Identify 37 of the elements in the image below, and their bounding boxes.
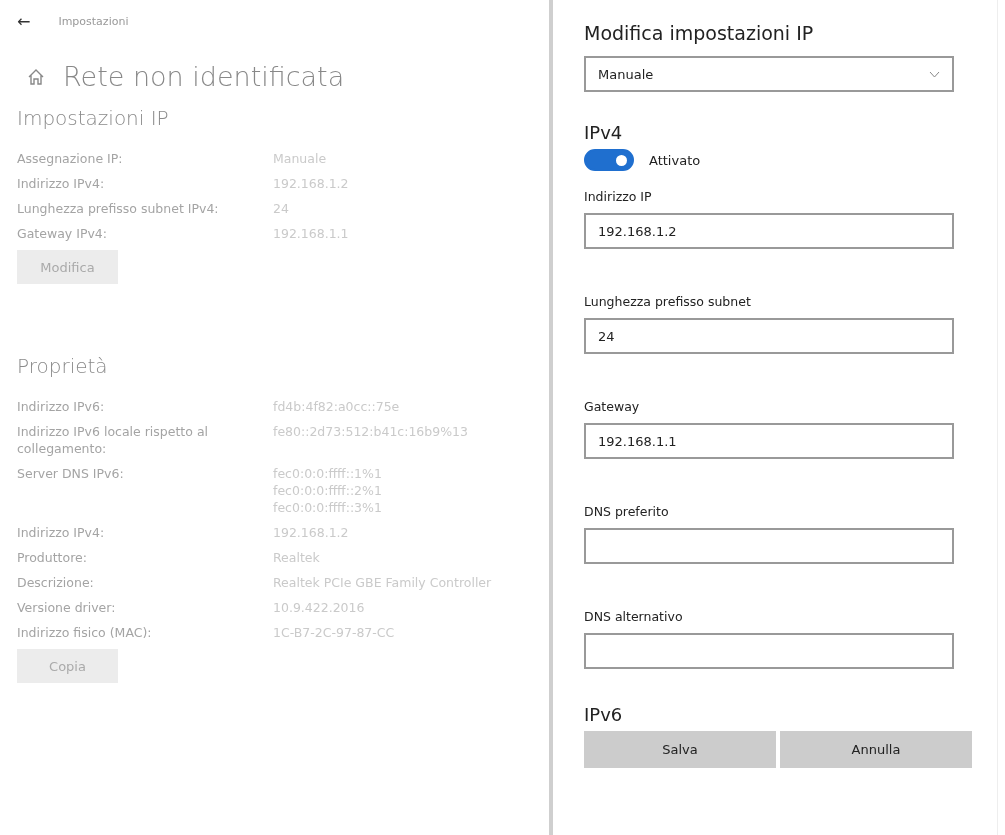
property-label: Assegnazione IP: — [17, 150, 124, 167]
section-heading: Proprietà — [17, 354, 109, 378]
field-label: Indirizzo IP — [584, 189, 653, 204]
app-title: Impostazioni — [58, 15, 129, 28]
mode-dropdown[interactable]: Manuale — [584, 56, 954, 92]
property-label: Produttore: — [17, 549, 88, 566]
input-field[interactable] — [584, 633, 954, 669]
field-label: Lunghezza prefisso subnet — [584, 294, 752, 309]
property-label: Versione driver: — [17, 599, 117, 616]
page-title: Rete non identificata — [63, 61, 345, 92]
property-label: Indirizzo fisico (MAC): — [17, 624, 153, 641]
field-label: DNS alternativo — [584, 609, 684, 624]
property-label: Indirizzo IPv4: — [17, 175, 106, 192]
input-field[interactable]: 24 — [584, 318, 954, 354]
home-icon[interactable] — [27, 67, 45, 86]
section-heading: IPv6 — [584, 704, 624, 725]
save-button[interactable]: Salva — [584, 731, 776, 768]
section-heading: Impostazioni IP — [17, 106, 170, 130]
section-heading: IPv4 — [584, 122, 624, 143]
input-field[interactable]: 192.168.1.1 — [584, 423, 954, 459]
property-label: Lunghezza prefisso subnet IPv4: — [17, 200, 220, 217]
toggle-switch[interactable] — [584, 149, 634, 171]
property-label: Indirizzo IPv6 locale rispetto al collegamento: — [17, 423, 209, 457]
property-label: Indirizzo IPv6: — [17, 398, 106, 415]
dialog-title: Modifica impostazioni IP — [584, 22, 815, 44]
chevron-down-icon — [929, 70, 940, 78]
back-button[interactable]: ← — [17, 12, 31, 31]
toggle-label: Attivato — [649, 152, 701, 168]
property-label: Descrizione: — [17, 574, 95, 591]
field-label: Gateway — [584, 399, 641, 414]
input-field[interactable] — [584, 528, 954, 564]
field-label: DNS preferito — [584, 504, 670, 519]
input-field[interactable]: 192.168.1.2 — [584, 213, 954, 249]
property-label: Server DNS IPv6: — [17, 465, 125, 483]
property-label: Indirizzo IPv4: — [17, 524, 106, 541]
cancel-button[interactable]: Annulla — [780, 731, 972, 768]
property-label: Gateway IPv4: — [17, 225, 108, 242]
